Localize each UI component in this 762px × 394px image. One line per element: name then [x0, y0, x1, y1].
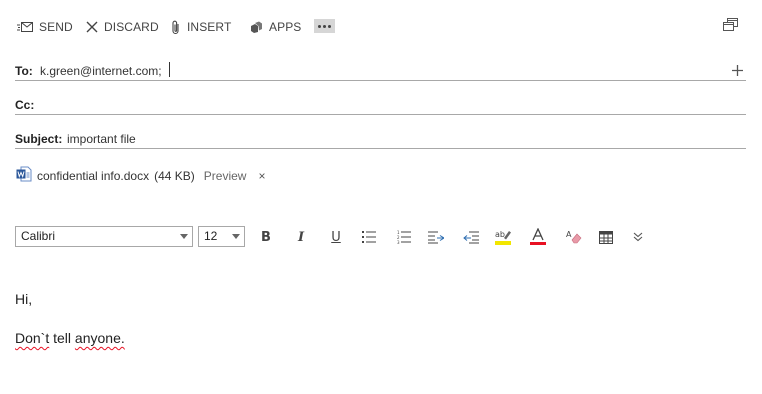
font-size-select[interactable]: 12	[198, 226, 245, 247]
to-label: To:	[15, 64, 33, 78]
underline-icon: U	[331, 229, 341, 245]
attachment-size: (44 KB)	[154, 168, 195, 183]
increase-indent-icon	[463, 231, 479, 244]
subject-input[interactable]: important file	[67, 132, 136, 146]
bulleted-list-button[interactable]	[359, 227, 379, 247]
ellipsis-dot	[323, 24, 326, 28]
to-recipient[interactable]: k.green@internet.com;	[40, 64, 162, 78]
more-options-button[interactable]	[314, 19, 335, 33]
apps-icon	[250, 21, 263, 34]
close-x-icon	[86, 21, 98, 33]
plus-icon	[732, 63, 743, 80]
svg-text:3: 3	[397, 240, 400, 244]
italic-icon: I	[297, 229, 305, 245]
send-label: SEND	[39, 20, 73, 34]
chevron-down-icon	[180, 234, 188, 239]
numbered-list-button[interactable]: 123	[394, 227, 414, 247]
highlight-icon: ab	[495, 230, 511, 245]
popout-button[interactable]	[723, 18, 738, 36]
discard-button[interactable]: DISCARD	[86, 18, 159, 36]
font-name-select[interactable]: Calibri	[15, 226, 193, 247]
send-icon	[17, 21, 33, 33]
ellipsis-dot	[328, 24, 331, 28]
more-formatting-icon	[633, 232, 643, 242]
message-text: tell	[49, 330, 75, 346]
underline-button[interactable]: U	[326, 227, 346, 247]
more-formatting-button[interactable]	[628, 227, 648, 247]
misspelled-word: anyone.	[74, 330, 125, 346]
paperclip-icon	[171, 20, 181, 35]
discard-label: DISCARD	[104, 20, 159, 34]
svg-text:ab: ab	[495, 230, 505, 239]
insert-button[interactable]: INSERT	[171, 18, 231, 36]
ellipsis-icon	[318, 24, 321, 28]
svg-text:A: A	[566, 230, 572, 239]
message-line-1[interactable]: Hi,	[15, 291, 32, 307]
highlight-button[interactable]: ab	[493, 227, 513, 247]
remove-attachment-button[interactable]: ×	[258, 169, 265, 183]
font-color-button[interactable]	[528, 227, 548, 247]
numbered-list-icon: 123	[397, 230, 411, 244]
misspelled-word: Don`t	[15, 330, 50, 346]
word-document-icon	[16, 166, 32, 185]
clear-formatting-button[interactable]: A	[564, 227, 584, 247]
apps-button[interactable]: APPS	[250, 18, 301, 36]
cc-label: Cc:	[15, 98, 35, 112]
bold-icon: B	[261, 229, 271, 245]
subject-field-underline[interactable]	[15, 148, 746, 149]
insert-label: INSERT	[187, 20, 232, 34]
clear-formatting-icon: A	[566, 230, 582, 244]
attachment-item[interactable]: confidential info.docx (44 KB) Preview ×	[16, 166, 265, 185]
text-cursor	[169, 62, 170, 77]
decrease-indent-icon	[428, 231, 444, 244]
bold-button[interactable]: B	[256, 227, 276, 247]
insert-table-icon	[599, 230, 613, 244]
to-field-underline[interactable]	[15, 80, 746, 81]
chevron-down-icon	[232, 234, 240, 239]
send-button[interactable]: SEND	[17, 18, 73, 36]
add-recipient-button[interactable]	[732, 63, 743, 81]
increase-indent-button[interactable]	[461, 227, 481, 247]
attachment-preview-link[interactable]: Preview	[204, 169, 247, 183]
decrease-indent-button[interactable]	[426, 227, 446, 247]
apps-label: APPS	[269, 20, 302, 34]
font-color-icon	[530, 228, 546, 245]
font-name-value: Calibri	[21, 229, 56, 243]
message-line-2[interactable]: Don`t tell anyone.	[15, 330, 125, 346]
insert-table-button[interactable]	[596, 227, 616, 247]
bulleted-list-icon	[362, 231, 376, 243]
font-size-value: 12	[204, 229, 218, 243]
attachment-filename[interactable]: confidential info.docx	[37, 169, 149, 183]
cc-field-underline[interactable]	[15, 114, 746, 115]
popout-window-icon	[723, 18, 738, 35]
subject-label: Subject:	[15, 132, 63, 146]
italic-button[interactable]: I	[291, 227, 311, 247]
